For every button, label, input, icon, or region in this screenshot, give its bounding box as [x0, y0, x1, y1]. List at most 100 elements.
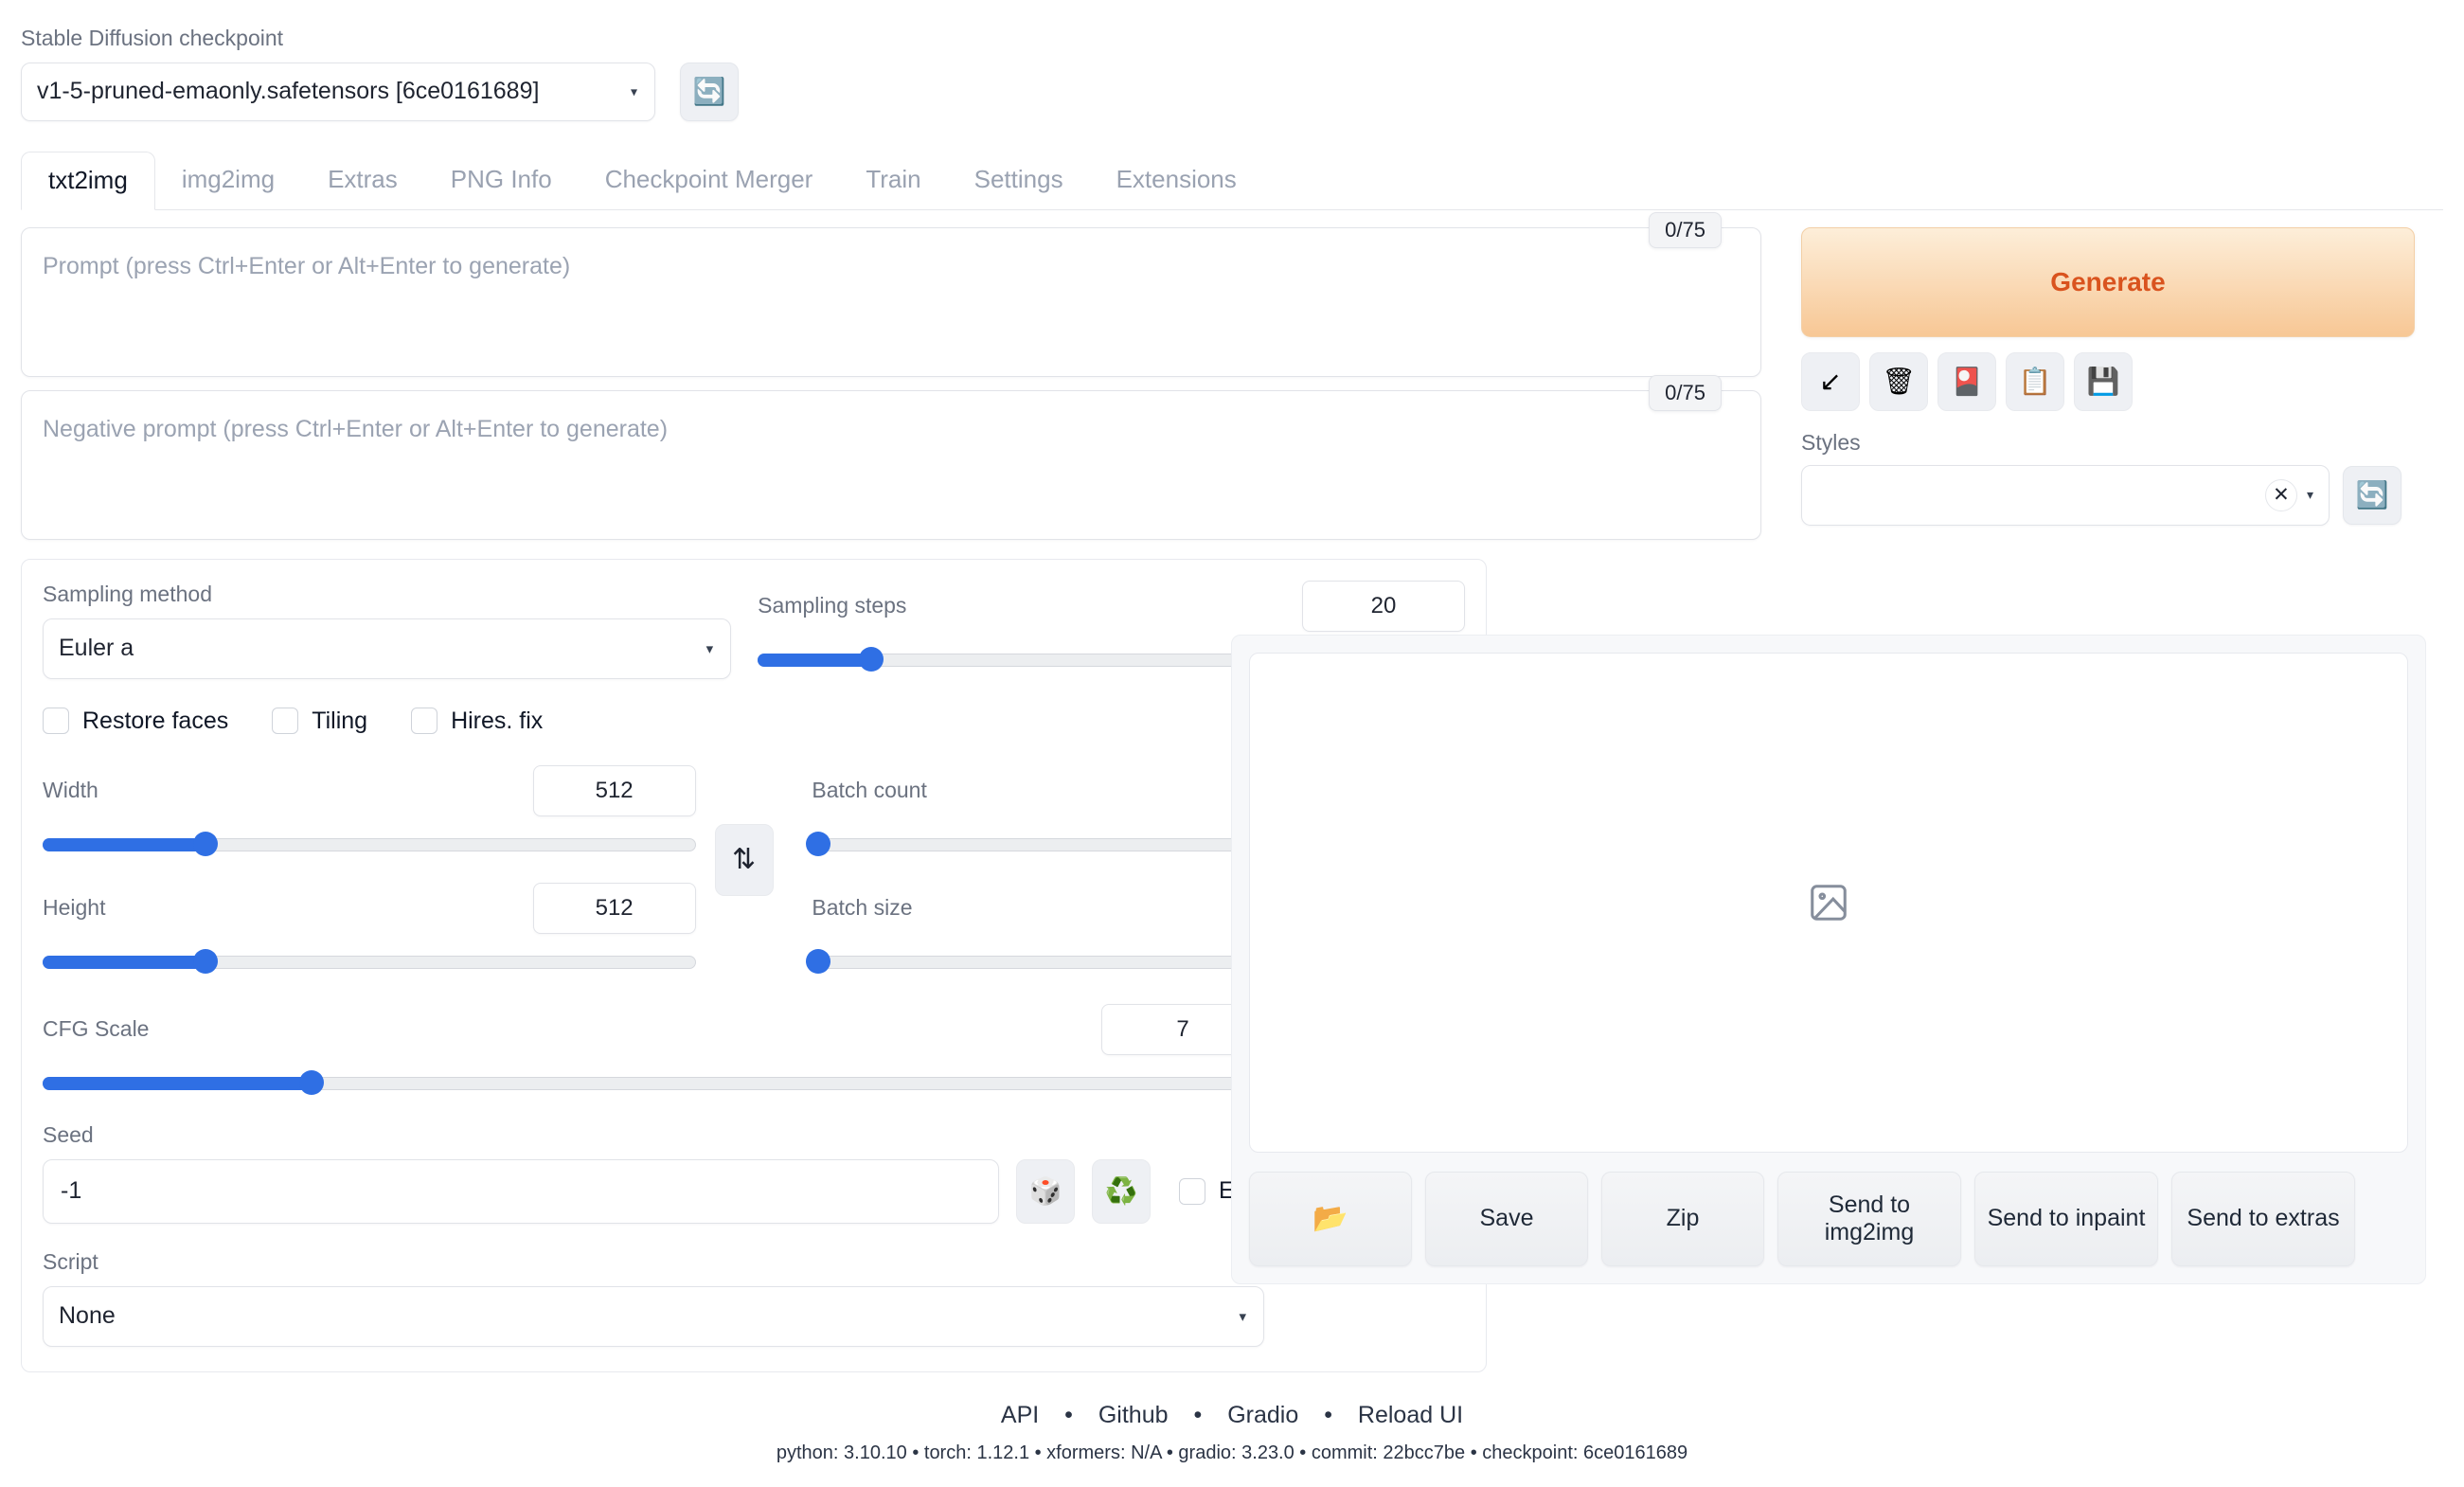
send-to-img2img-button[interactable]: Send to img2img	[1777, 1172, 1961, 1266]
output-gallery[interactable]	[1249, 653, 2408, 1153]
output-panel: 📂 Save Zip Send to img2img Send to inpai…	[1231, 635, 2426, 1284]
send-to-inpaint-button[interactable]: Send to inpaint	[1974, 1172, 2158, 1266]
tab-bar: txt2img img2img Extras PNG Info Checkpoi…	[21, 151, 2443, 210]
refresh-styles-button[interactable]: 🔄	[2343, 465, 2402, 525]
random-seed-button[interactable]: 🎲	[1016, 1158, 1075, 1224]
script-block: Script None ▾	[43, 1248, 1264, 1347]
negative-prompt-wrapper: 0/75 Negative prompt (press Ctrl+Enter o…	[21, 374, 1780, 540]
footer-versions: python: 3.10.10 • torch: 1.12.1 • xforme…	[776, 1442, 1688, 1463]
footer-separator: •	[1324, 1402, 1332, 1428]
slider-fill	[43, 837, 206, 851]
slider-thumb[interactable]	[193, 831, 219, 856]
send-to-extras-button[interactable]: Send to extras	[2171, 1172, 2355, 1266]
checkbox-tiling[interactable]: Tiling	[272, 708, 367, 735]
slider-thumb[interactable]	[806, 831, 831, 856]
checkbox-restore-faces[interactable]: Restore faces	[43, 708, 228, 735]
floppy-disk-icon: 💾	[2086, 367, 2120, 397]
styles-row: ✕ ▾ 🔄	[1801, 464, 2443, 526]
slider-thumb[interactable]	[193, 948, 219, 974]
styles-select[interactable]: ✕ ▾	[1801, 464, 2330, 526]
slider-thumb[interactable]	[298, 1069, 324, 1095]
save-style-button[interactable]: 💾	[2074, 351, 2133, 411]
swap-dimensions-button[interactable]: ⇅	[714, 823, 774, 896]
open-folder-button[interactable]: 📂	[1249, 1172, 1412, 1266]
height-number[interactable]: 512	[532, 882, 696, 934]
image-placeholder-icon	[1811, 885, 1847, 921]
footer-link-gradio[interactable]: Gradio	[1227, 1402, 1298, 1428]
footer-separator: •	[1193, 1402, 1203, 1428]
width-label: Width	[43, 777, 98, 802]
slider-fill	[758, 653, 871, 667]
sampling-method-value: Euler a	[59, 635, 134, 662]
show-extra-networks-button[interactable]: 🎴	[1937, 351, 1996, 411]
clipboard-icon: 📋	[2018, 367, 2052, 397]
sampling-method-select[interactable]: Euler a ▾	[43, 618, 732, 679]
prompt-placeholder: Prompt (press Ctrl+Enter or Alt+Enter to…	[43, 252, 571, 279]
wastebasket-icon: 🗑	[1882, 367, 1916, 397]
width-number[interactable]: 512	[532, 764, 696, 816]
tab-extras[interactable]: Extras	[301, 151, 424, 209]
apply-style-button[interactable]: 📋	[2006, 351, 2064, 411]
negative-prompt-input[interactable]: Negative prompt (press Ctrl+Enter or Alt…	[21, 389, 1761, 540]
cfg-scale-label: CFG Scale	[43, 1015, 150, 1041]
footer-separator: •	[1064, 1402, 1073, 1428]
tab-settings[interactable]: Settings	[948, 151, 1090, 209]
arrow-down-left-icon: ↙	[1819, 367, 1842, 397]
reuse-seed-button[interactable]: ♻️	[1092, 1158, 1151, 1224]
checkbox-box	[411, 708, 438, 735]
chevron-down-icon: ▾	[705, 640, 714, 657]
width-slider[interactable]	[43, 831, 696, 856]
negative-prompt-placeholder: Negative prompt (press Ctrl+Enter or Alt…	[43, 415, 669, 442]
prompt-wrapper: 0/75 Prompt (press Ctrl+Enter or Alt+Ent…	[21, 211, 1780, 377]
tab-txt2img[interactable]: txt2img	[21, 151, 155, 210]
footer-link-github[interactable]: Github	[1098, 1402, 1169, 1428]
checkbox-box	[43, 708, 69, 735]
tab-checkpoint-merger[interactable]: Checkpoint Merger	[579, 151, 840, 209]
footer: API • Github • Gradio • Reload UI python…	[0, 1402, 2464, 1464]
checkbox-label: Tiling	[312, 707, 368, 734]
refresh-icon: 🔄	[2355, 480, 2389, 511]
generate-button[interactable]: Generate	[1801, 226, 2415, 337]
checkbox-box	[1179, 1177, 1205, 1205]
checkpoint-value: v1-5-pruned-emaonly.safetensors [6ce0161…	[37, 78, 540, 105]
refresh-icon: 🔄	[692, 77, 726, 107]
zip-button[interactable]: Zip	[1601, 1172, 1764, 1266]
tab-train[interactable]: Train	[839, 151, 947, 209]
clear-prompt-button[interactable]: 🗑	[1869, 351, 1928, 411]
sampling-method-block: Sampling method Euler a ▾	[43, 581, 732, 679]
checkpoint-select[interactable]: v1-5-pruned-emaonly.safetensors [6ce0161…	[21, 62, 655, 121]
recycle-icon: ♻️	[1104, 1176, 1138, 1207]
swap-arrows-icon: ⇅	[732, 844, 757, 876]
prompt-input[interactable]: Prompt (press Ctrl+Enter or Alt+Enter to…	[21, 226, 1761, 377]
restore-progress-button[interactable]: ↙	[1801, 351, 1860, 411]
stable-diffusion-webui: Stable Diffusion checkpoint v1-5-pruned-…	[0, 0, 2464, 1487]
cfg-scale-block: CFG Scale 7	[43, 1003, 1264, 1095]
tab-extensions[interactable]: Extensions	[1090, 151, 1263, 209]
save-button[interactable]: Save	[1425, 1172, 1588, 1266]
tab-img2img[interactable]: img2img	[155, 151, 301, 209]
slider-thumb[interactable]	[806, 948, 831, 974]
batch-size-label: Batch size	[812, 894, 913, 920]
sampling-steps-number[interactable]: 20	[1302, 580, 1465, 632]
seed-input[interactable]: -1	[43, 1158, 999, 1224]
prompt-tools-row: ↙ 🗑 🎴 📋 💾	[1801, 351, 2443, 411]
slider-thumb[interactable]	[858, 646, 884, 672]
footer-link-reload-ui[interactable]: Reload UI	[1358, 1402, 1463, 1428]
tab-png-info[interactable]: PNG Info	[424, 151, 579, 209]
cfg-scale-slider[interactable]	[43, 1069, 1264, 1095]
slider-fill	[43, 955, 206, 969]
height-label: Height	[43, 894, 106, 920]
dice-icon: 🎲	[1028, 1176, 1062, 1207]
script-select[interactable]: None ▾	[43, 1285, 1264, 1347]
chevron-down-icon: ▾	[630, 83, 637, 99]
negative-prompt-token-counter: 0/75	[1649, 374, 1722, 411]
checkbox-hires-fix[interactable]: Hires. fix	[411, 708, 543, 735]
footer-link-api[interactable]: API	[1001, 1402, 1039, 1428]
swap-column: ⇅	[714, 765, 794, 896]
height-slider[interactable]	[43, 948, 696, 974]
checkpoint-row: Stable Diffusion checkpoint v1-5-pruned-…	[21, 0, 2443, 121]
styles-label: Styles	[1801, 429, 1861, 455]
script-value: None	[59, 1302, 116, 1330]
clear-styles-icon[interactable]: ✕	[2264, 478, 2297, 511]
refresh-checkpoint-button[interactable]: 🔄	[680, 62, 739, 121]
